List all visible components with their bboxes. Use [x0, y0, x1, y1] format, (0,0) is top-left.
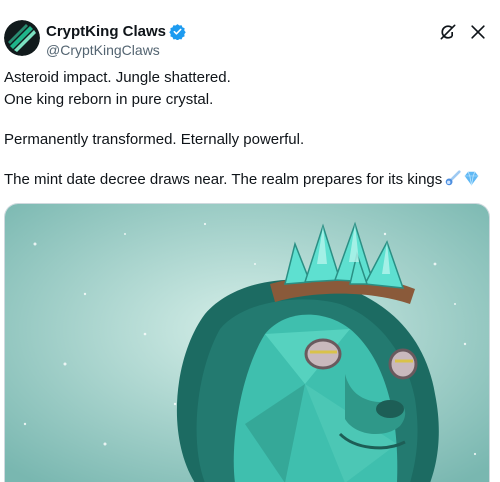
post-header: CryptKing Claws @CryptKingClaws	[4, 20, 492, 64]
post-line-1: Asteroid impact. Jungle shattered.	[4, 69, 231, 86]
avatar[interactable]	[4, 20, 40, 56]
post-line-2: One king reborn in pure crystal.	[4, 91, 214, 108]
gem-stone-icon	[463, 170, 480, 187]
display-name[interactable]: CryptKing Claws	[46, 23, 166, 40]
post-text: Asteroid impact. Jungle shattered. One k…	[4, 67, 494, 191]
comet-icon	[444, 170, 461, 187]
post-line-3: Permanently transformed. Eternally power…	[4, 131, 305, 148]
verified-badge-icon	[169, 23, 186, 41]
post-line-4: The mint date decree draws near. The rea…	[4, 171, 443, 188]
post-line-4-row: The mint date decree draws near. The rea…	[4, 169, 494, 191]
post-card: CryptKing Claws @CryptKingClaws Asteroid…	[0, 0, 500, 482]
author-block: CryptKing Claws @CryptKingClaws	[46, 23, 186, 59]
close-icon[interactable]	[468, 22, 488, 42]
author-handle[interactable]: @CryptKingClaws	[46, 41, 186, 59]
grok-icon[interactable]	[438, 22, 458, 42]
crystal-lion-image[interactable]	[4, 203, 490, 482]
